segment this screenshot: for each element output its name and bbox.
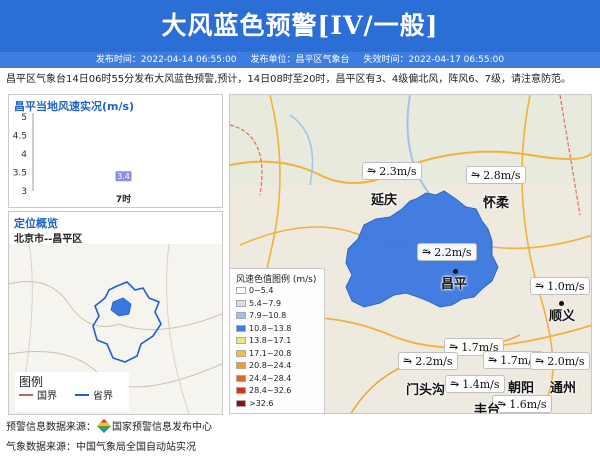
wind-legend-label: 5.4~7.9 bbox=[249, 298, 282, 308]
data-label: 3.4 bbox=[117, 172, 130, 181]
wind-legend-label: 24.4~28.4 bbox=[249, 373, 292, 383]
y-tick-label: 3 bbox=[21, 187, 27, 197]
y-tick-label: 5 bbox=[21, 113, 27, 123]
wind-icon: ⥲ bbox=[450, 378, 460, 391]
wind-label[interactable]: ⥲ 1.6m/s bbox=[492, 395, 552, 413]
city-label: 门头沟 bbox=[406, 383, 446, 398]
wind-label[interactable]: ⥲ 2.2m/s bbox=[398, 352, 458, 370]
city-label: 延庆 bbox=[371, 193, 398, 208]
y-tick-label: 3.5 bbox=[13, 169, 27, 179]
wind-label[interactable]: ⥲ 2.0m/s bbox=[530, 352, 590, 370]
wind-legend-label: 7.9~10.8 bbox=[249, 311, 287, 320]
wind-legend-swatch bbox=[236, 312, 246, 319]
national-border-swatch bbox=[19, 394, 33, 396]
wind-legend-swatch bbox=[236, 362, 246, 369]
city-label: 昌平 bbox=[441, 277, 468, 292]
legend-province-border: 省界 bbox=[93, 391, 113, 402]
wind-icon: ⥲ bbox=[422, 246, 432, 259]
wind-legend-item: 17.1~20.8 bbox=[236, 349, 291, 358]
wind-icon: ⥲ bbox=[471, 169, 481, 182]
wind-icon: ⥲ bbox=[488, 354, 498, 367]
wind-icon: ⥲ bbox=[535, 280, 545, 293]
wind-legend-label: 17.1~20.8 bbox=[249, 348, 292, 358]
wind-legend-swatch bbox=[236, 299, 246, 307]
wind-label[interactable]: ⥲ 2.3m/s bbox=[362, 162, 422, 180]
city-label: 顺义 bbox=[549, 309, 576, 324]
legend-national-border: 国界 bbox=[37, 391, 57, 402]
x-category-label: 7时 bbox=[116, 193, 131, 205]
wind-legend-item: 13.8~17.1 bbox=[236, 336, 291, 345]
wind-label[interactable]: ⥲ 1.4m/s bbox=[445, 375, 505, 393]
wind-legend-label: 28.4~32.6 bbox=[249, 386, 292, 395]
wind-legend-item: 7.9~10.8 bbox=[236, 311, 286, 320]
wind-label[interactable]: ⥲ 2.2m/s bbox=[417, 243, 477, 261]
publish-time: 发布时间：2022-04-14 06:55:00 bbox=[95, 55, 237, 65]
location-name: 北京市--昌平区 bbox=[14, 234, 83, 245]
city-label: 怀柔 bbox=[483, 196, 510, 211]
city-label: 朝阳 bbox=[508, 381, 535, 396]
wind-legend-swatch bbox=[236, 287, 246, 294]
weather-source-line: 气象数据来源：中国气象局全国自动站实况 bbox=[6, 442, 196, 453]
wind-legend-item: 24.4~28.4 bbox=[236, 374, 291, 383]
wind-legend-item: 10.8~13.8 bbox=[236, 324, 291, 333]
wind-legend-title: 风速色值图例 (m/s) bbox=[236, 275, 317, 285]
location-panel: 定位概览 北京市--昌平区 图例 国界 省界 bbox=[8, 211, 223, 415]
warning-summary: 昌平区气象台14日06时55分发布大风蓝色预警,预计，14日08时至20时，昌平… bbox=[6, 74, 571, 85]
wind-legend-item: 20.8~24.4 bbox=[236, 361, 291, 370]
y-tick-label: 4 bbox=[21, 150, 27, 160]
wind-legend-swatch bbox=[236, 374, 246, 382]
wind-label[interactable]: ⥲ 2.8m/s bbox=[466, 166, 526, 184]
city-label: 丰台 bbox=[474, 403, 501, 414]
wind-legend-label: 0~5.4 bbox=[249, 286, 274, 295]
wind-legend-label: >32.6 bbox=[249, 398, 274, 408]
warning-center-logo-icon bbox=[96, 418, 112, 433]
wind-legend-item: 0~5.4 bbox=[236, 286, 274, 295]
wind-icon: ⥲ bbox=[403, 355, 413, 368]
expire-time: 失效时间：2022-04-17 06:55:00 bbox=[363, 55, 505, 65]
wind-legend-label: 13.8~17.1 bbox=[249, 336, 292, 345]
wind-label[interactable]: ⥲ 1.0m/s bbox=[530, 277, 590, 295]
warning-source-line: 预警信息数据来源： 国家预警信息发布中心 bbox=[6, 418, 212, 433]
location-panel-title: 定位概览 bbox=[14, 217, 58, 230]
city-label: 通州 bbox=[550, 381, 577, 396]
wind-legend-item: >32.6 bbox=[236, 399, 274, 408]
wind-legend-swatch bbox=[236, 349, 246, 357]
wind-legend-item: 5.4~7.9 bbox=[236, 299, 281, 308]
wind-speed-chart: 5 4.5 4 3.5 3 3.4 7时 bbox=[13, 113, 132, 205]
y-tick-label: 4.5 bbox=[13, 132, 27, 142]
wind-color-legend: 风速色值图例 (m/s) 0~5.4 5.4~7.9 7.9~10.8 10.8~13… bbox=[229, 268, 325, 414]
location-legend: 图例 国界 省界 bbox=[15, 372, 129, 412]
province-border-swatch bbox=[75, 394, 89, 396]
wind-legend-swatch bbox=[236, 324, 246, 332]
wind-legend-swatch bbox=[236, 337, 246, 344]
wind-legend-item: 28.4~32.6 bbox=[236, 386, 291, 395]
wind-legend-label: 10.8~13.8 bbox=[249, 323, 292, 333]
wind-legend-swatch bbox=[236, 399, 246, 407]
warning-source-name: 国家预警信息发布中心 bbox=[112, 422, 212, 433]
wind-icon: ⥲ bbox=[535, 355, 545, 368]
wind-legend-swatch bbox=[236, 387, 246, 394]
wind-legend-label: 20.8~24.4 bbox=[249, 361, 292, 370]
wind-speed-panel: 昌平当地风速实况(m/s) 5 4.5 4 3.5 3 3.4 7时 bbox=[8, 94, 223, 208]
meta-bar: 发布时间：2022-04-14 06:55:00 发布单位：昌平区气象台 失效时… bbox=[0, 52, 600, 68]
publisher: 发布单位：昌平区气象台 bbox=[250, 55, 350, 65]
page-title: 大风蓝色预警[IV/一般] bbox=[161, 11, 439, 40]
warning-source-label: 预警信息数据来源： bbox=[6, 422, 96, 433]
wind-icon: ⥲ bbox=[367, 165, 377, 178]
